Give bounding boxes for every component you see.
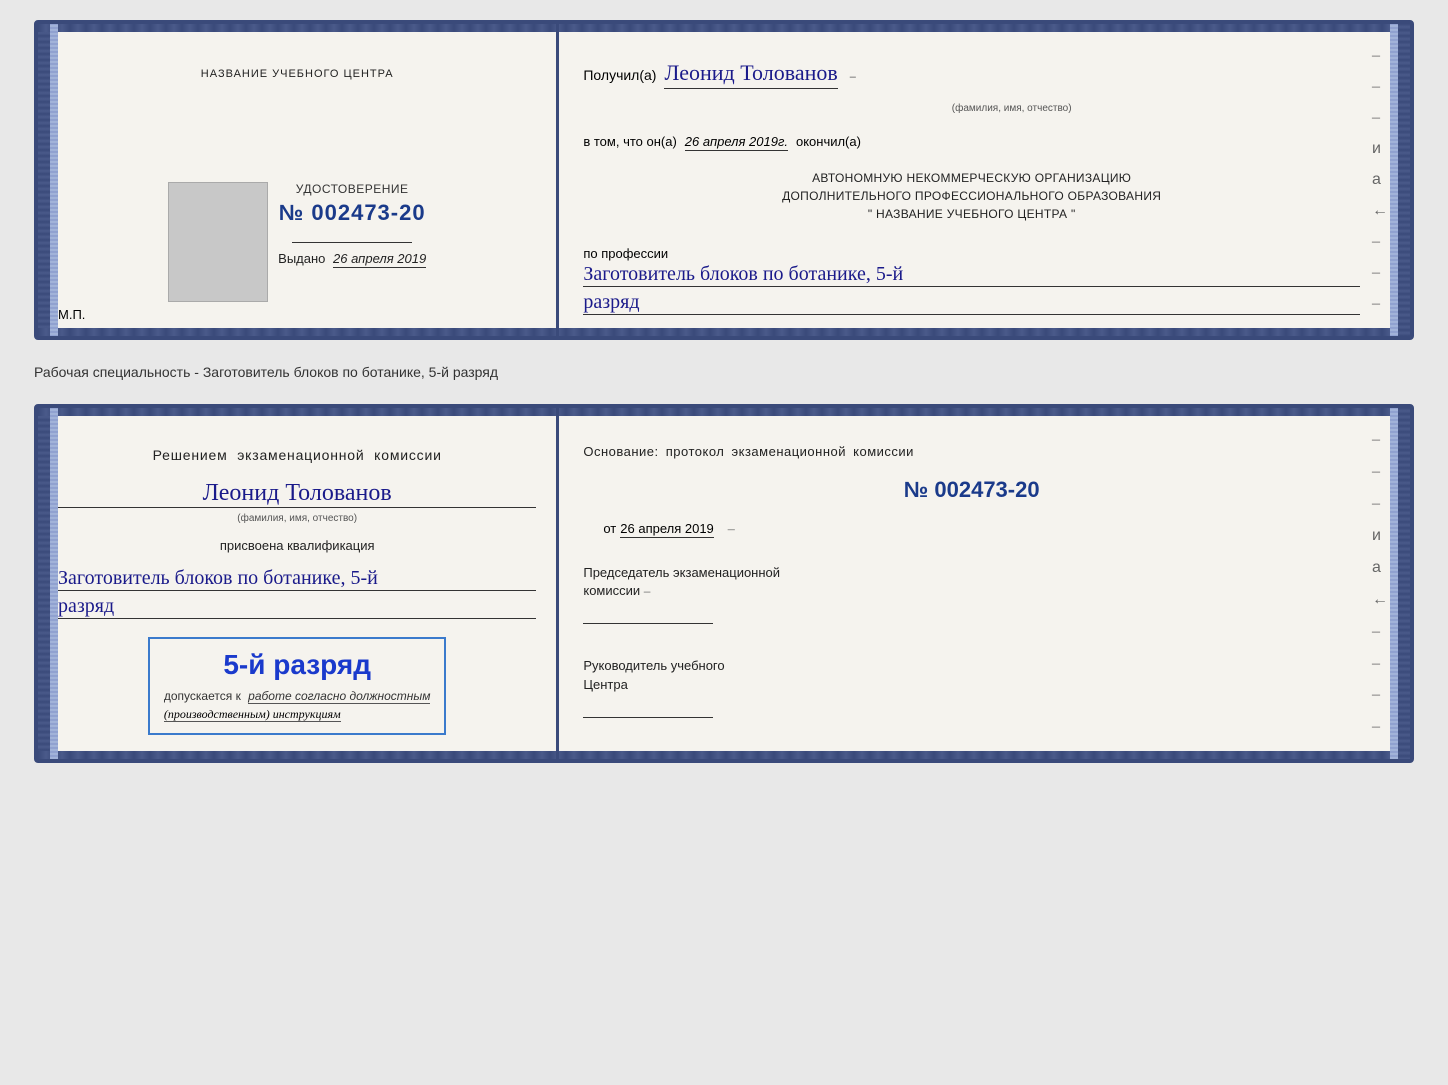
right-dashes: – – – и а ← – – – [1372, 44, 1388, 316]
bottom-profession-block: Заготовитель блоков по ботанике, 5-й раз… [58, 563, 536, 619]
decision-text: Решением экзаменационной комиссии [153, 444, 442, 466]
protocol-number: № 002473-20 [583, 477, 1360, 503]
chair-signature-line [583, 604, 713, 624]
name-sublabel-top: (фамилия, имя, отчество) [663, 103, 1360, 114]
top-document-card: НАЗВАНИЕ УЧЕБНОГО ЦЕНТРА УДОСТОВЕРЕНИЕ №… [34, 20, 1414, 340]
assigned-label: присвоена квалификация [220, 538, 375, 553]
center-head-signature-block: Руководитель учебного Центра [583, 657, 1360, 722]
chair-signature-block: Председатель экзаменационной комиссии – [583, 564, 1360, 629]
bottom-right-dashes: – – – и а ← – – – – [1372, 428, 1388, 739]
photo-placeholder [168, 182, 268, 302]
cert-info-block: УДОСТОВЕРЕНИЕ № 002473-20 Выдано 26 апре… [278, 182, 426, 266]
org-block: АВТОНОМНУЮ НЕКОММЕРЧЕСКУЮ ОРГАНИЗАЦИЮ ДО… [583, 169, 1360, 223]
center-head-signature-line [583, 698, 713, 718]
photo-area: УДОСТОВЕРЕНИЕ № 002473-20 Выдано 26 апре… [168, 182, 426, 302]
top-doc-right-panel: Получил(а) Леонид Толованов – (фамилия, … [559, 24, 1410, 336]
stamp-box: 5-й разряд допускается к работе согласно… [148, 637, 447, 735]
bottom-doc-left-panel: Решением экзаменационной комиссии Леонид… [38, 408, 559, 759]
basis-date-block: от 26 апреля 2019 – [603, 521, 1360, 538]
confirm-block: в том, что он(а) 26 апреля 2019г. окончи… [583, 134, 1360, 151]
separator-label: Рабочая специальность - Заготовитель бло… [34, 358, 1414, 386]
training-center-title: НАЗВАНИЕ УЧЕБНОГО ЦЕНТРА [201, 64, 394, 82]
bottom-document-card: Решением экзаменационной комиссии Леонид… [34, 404, 1414, 763]
issued-line: Выдано 26 апреля 2019 [278, 251, 426, 266]
decision-name-block: Леонид Толованов (фамилия, имя, отчество… [58, 476, 536, 526]
received-block: Получил(а) Леонид Толованов – [583, 60, 1360, 89]
mp-label: М.П. [58, 307, 85, 322]
basis-title: Основание: протокол экзаменационной коми… [583, 444, 1360, 459]
top-doc-left-panel: НАЗВАНИЕ УЧЕБНОГО ЦЕНТРА УДОСТОВЕРЕНИЕ №… [38, 24, 559, 336]
bottom-doc-right-panel: Основание: протокол экзаменационной коми… [559, 408, 1410, 759]
page-wrapper: НАЗВАНИЕ УЧЕБНОГО ЦЕНТРА УДОСТОВЕРЕНИЕ №… [34, 20, 1414, 763]
profession-block: по профессии Заготовитель блоков по бота… [583, 245, 1360, 315]
